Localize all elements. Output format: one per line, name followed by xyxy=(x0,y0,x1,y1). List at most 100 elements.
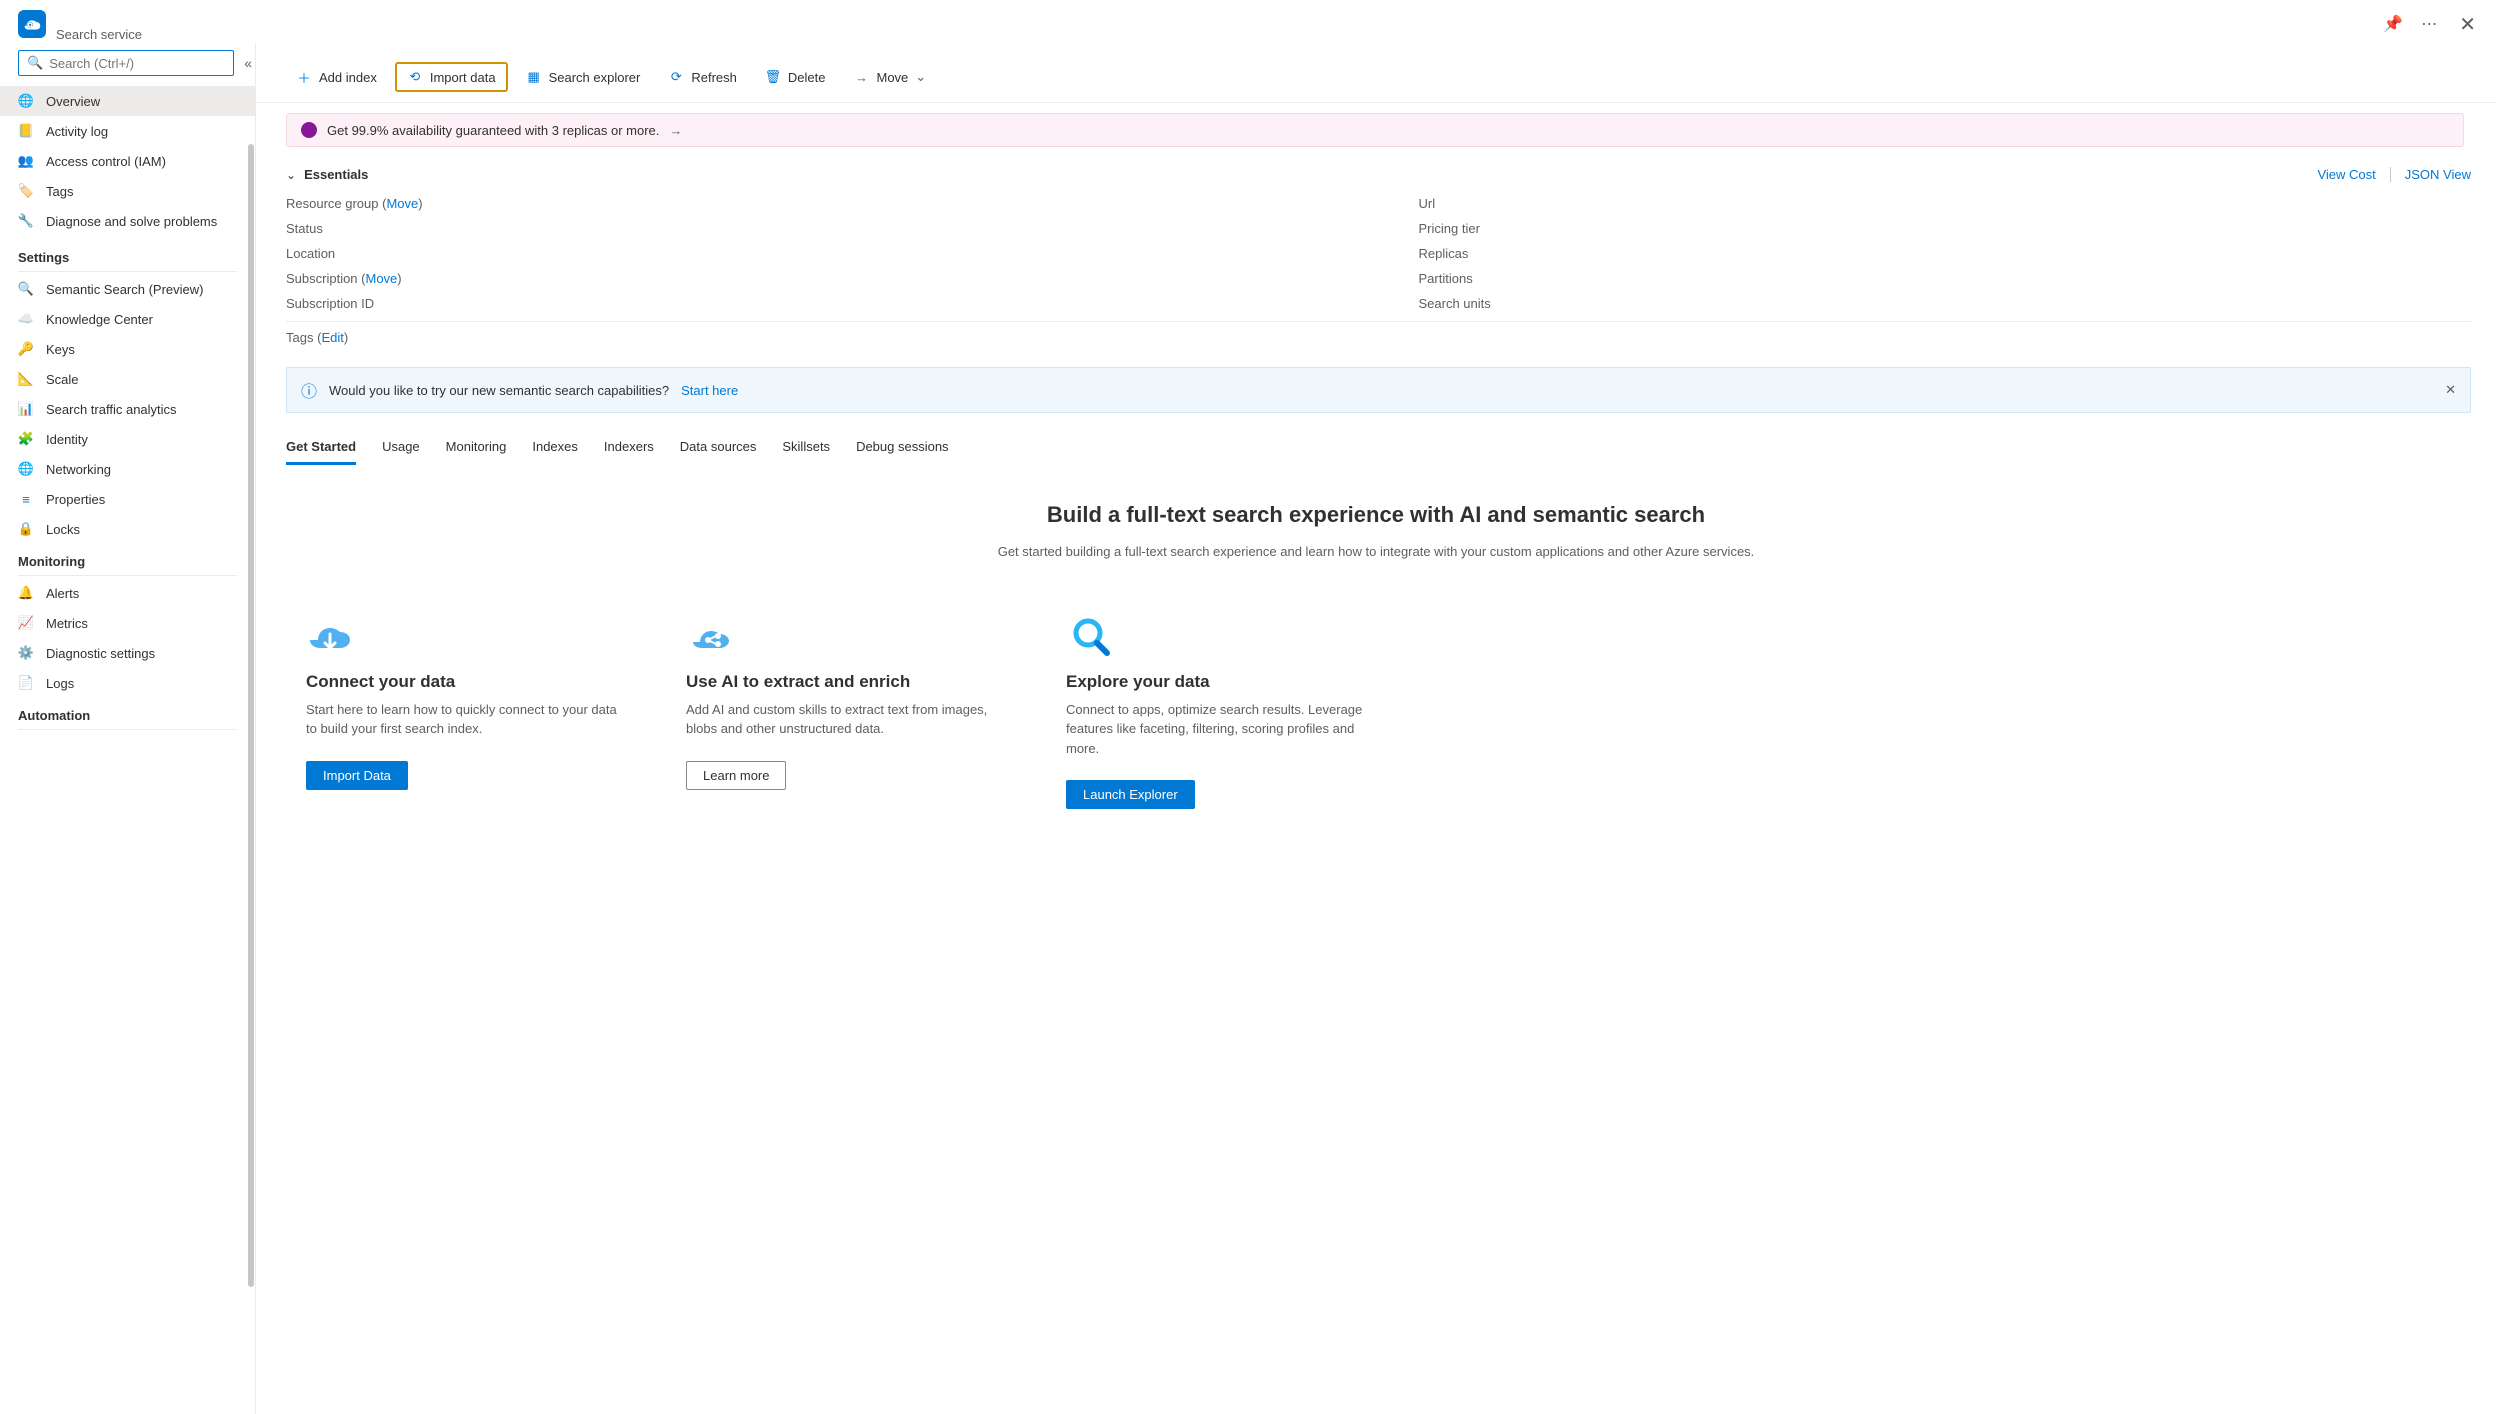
toolbar-import-data-button[interactable]: ⟲Import data xyxy=(395,62,508,92)
tab-debug-sessions[interactable]: Debug sessions xyxy=(856,431,949,465)
essentials-field: Subscription ID xyxy=(286,296,1339,311)
page-subtitle: Search service xyxy=(56,27,142,42)
sidebar-item-label: Access control (IAM) xyxy=(46,154,166,169)
json-view-link[interactable]: JSON View xyxy=(2405,167,2471,182)
sidebar-item-keys[interactable]: 🔑Keys xyxy=(0,334,255,364)
cloud-icon: ☁️ xyxy=(18,311,34,327)
tag-icon: 🏷️ xyxy=(18,183,34,199)
identity-icon: 🧩 xyxy=(18,431,34,447)
essentials-header[interactable]: ⌄ Essentials View Cost JSON View xyxy=(286,161,2471,188)
card-connect-your-data: Connect your data Start here to learn ho… xyxy=(306,612,626,810)
grid-icon: ▦ xyxy=(526,69,542,85)
sidebar-item-label: Search traffic analytics xyxy=(46,402,177,417)
card-body: Start here to learn how to quickly conne… xyxy=(306,700,626,739)
card-body: Add AI and custom skills to extract text… xyxy=(686,700,1006,739)
sidebar-item-diagnostic-settings[interactable]: ⚙️ Diagnostic settings xyxy=(0,638,255,668)
sidebar-heading-settings: Settings xyxy=(18,240,237,272)
card-button[interactable]: Launch Explorer xyxy=(1066,780,1195,809)
move-link[interactable]: Move xyxy=(365,271,397,286)
refresh-icon: ⟳ xyxy=(668,69,684,85)
toolbar-label: Move xyxy=(876,70,908,85)
sidebar-item-label: Tags xyxy=(46,184,73,199)
tab-monitoring[interactable]: Monitoring xyxy=(446,431,507,465)
sidebar-item-activity-log[interactable]: 📒 Activity log xyxy=(0,116,255,146)
card-icon xyxy=(1066,612,1386,664)
chevron-down-icon: ⌄ xyxy=(286,168,296,182)
toolbar-refresh-button[interactable]: ⟳ Refresh xyxy=(658,64,747,90)
card-button[interactable]: Import Data xyxy=(306,761,408,790)
network-icon: 🌐 xyxy=(18,461,34,477)
tab-get-started[interactable]: Get Started xyxy=(286,431,356,465)
tab-skillsets[interactable]: Skillsets xyxy=(782,431,830,465)
essentials-field: Replicas xyxy=(1419,246,2472,261)
sidebar-item-label: Metrics xyxy=(46,616,88,631)
sidebar-item-label: Semantic Search (Preview) xyxy=(46,282,204,297)
page-header: Search service 📌 ⋯ ✕ xyxy=(0,0,2496,44)
sidebar-item-locks[interactable]: 🔒Locks xyxy=(0,514,255,544)
semantic-search-callout: ⓘ Would you like to try our new semantic… xyxy=(286,367,2471,413)
tags-edit-link[interactable]: Edit xyxy=(321,330,343,345)
toolbar-delete-button[interactable]: 🗑Delete xyxy=(755,64,836,90)
dismiss-callout-icon[interactable]: ✕ xyxy=(2445,382,2456,398)
sidebar-item-overview[interactable]: 🌐Overview xyxy=(0,86,255,116)
sidebar-item-label: Activity log xyxy=(46,124,108,139)
tab-indexers[interactable]: Indexers xyxy=(604,431,654,465)
divider xyxy=(2390,167,2391,182)
command-bar: ＋Add index ⟲Import data ▦ Search explorer ⟳ R… xyxy=(256,52,2496,103)
search-icon: 🔍 xyxy=(27,55,43,71)
diag-icon: ⚙️ xyxy=(18,645,34,661)
tab-usage[interactable]: Usage xyxy=(382,431,420,465)
scale-icon: 📐 xyxy=(18,371,34,387)
sidebar-item-scale[interactable]: 📐Scale xyxy=(0,364,255,394)
sidebar-item-properties[interactable]: ≡Properties xyxy=(0,484,255,514)
toolbar-move-button[interactable]: →Move ⌄ xyxy=(843,64,936,90)
essentials-field: Subscription (Move) xyxy=(286,271,1339,286)
close-icon[interactable]: ✕ xyxy=(2459,12,2476,37)
sidebar-item-access-control-iam-[interactable]: 👥Access control (IAM) xyxy=(0,146,255,176)
sidebar-item-diagnose-and-solve-problems[interactable]: 🔧Diagnose and solve problems xyxy=(0,206,255,236)
globe-icon: 🌐 xyxy=(18,93,34,109)
more-icon[interactable]: ⋯ xyxy=(2421,14,2437,34)
search-input[interactable] xyxy=(49,56,225,71)
sidebar-item-semantic-search-preview-[interactable]: 🔍Semantic Search (Preview) xyxy=(0,274,255,304)
log-icon: 📒 xyxy=(18,123,34,139)
card-title: Connect your data xyxy=(306,672,626,692)
toolbar-label: Delete xyxy=(788,70,826,85)
sidebar-item-label: Knowledge Center xyxy=(46,312,153,327)
hero-title: Build a full-text search experience with… xyxy=(926,502,1826,528)
view-cost-link[interactable]: View Cost xyxy=(2317,167,2375,182)
sidebar-item-search-traffic-analytics[interactable]: 📊Search traffic analytics xyxy=(0,394,255,424)
sidebar-item-label: Diagnostic settings xyxy=(46,646,155,661)
toolbar-label: Search explorer xyxy=(549,70,641,85)
sidebar-item-logs[interactable]: 📄Logs xyxy=(0,668,255,698)
sidebar-search[interactable]: 🔍 xyxy=(18,50,234,76)
service-logo xyxy=(18,10,46,38)
toolbar-add-index-button[interactable]: ＋Add index xyxy=(286,64,387,90)
card-body: Connect to apps, optimize search results… xyxy=(1066,700,1386,759)
sidebar-item-metrics[interactable]: 📈Metrics xyxy=(0,608,255,638)
toolbar-label: Refresh xyxy=(691,70,737,85)
tab-data-sources[interactable]: Data sources xyxy=(680,431,757,465)
essentials-field: Url xyxy=(1419,196,2472,211)
card-title: Use AI to extract and enrich xyxy=(686,672,1006,692)
start-here-link[interactable]: Start here xyxy=(681,383,738,398)
card-icon xyxy=(306,612,626,664)
sidebar-item-label: Properties xyxy=(46,492,105,507)
sidebar-item-alerts[interactable]: 🔔Alerts xyxy=(0,578,255,608)
availability-banner[interactable]: Get 99.9% availability guaranteed with 3… xyxy=(286,113,2464,147)
sidebar-item-networking[interactable]: 🌐Networking xyxy=(0,454,255,484)
sidebar-scrollbar[interactable] xyxy=(247,144,255,1414)
collapse-sidebar-icon[interactable]: « xyxy=(244,55,252,71)
toolbar-search-explorer-button[interactable]: ▦ Search explorer xyxy=(516,64,651,90)
tab-bar: Get Started Usage Monitoring Indexes Indexer… xyxy=(286,431,2471,466)
move-link[interactable]: Move xyxy=(386,196,418,211)
sidebar-item-tags[interactable]: 🏷️ Tags xyxy=(0,176,255,206)
essentials-field: Resource group (Move) xyxy=(286,196,1339,211)
sidebar-item-knowledge-center[interactable]: ☁️ Knowledge Center xyxy=(0,304,255,334)
pin-icon[interactable]: 📌 xyxy=(2383,14,2403,34)
sidebar-item-identity[interactable]: 🧩Identity xyxy=(0,424,255,454)
tab-indexes[interactable]: Indexes xyxy=(532,431,578,465)
move-icon: → xyxy=(853,69,869,85)
card-button[interactable]: Learn more xyxy=(686,761,786,790)
paren: ) xyxy=(344,330,348,345)
